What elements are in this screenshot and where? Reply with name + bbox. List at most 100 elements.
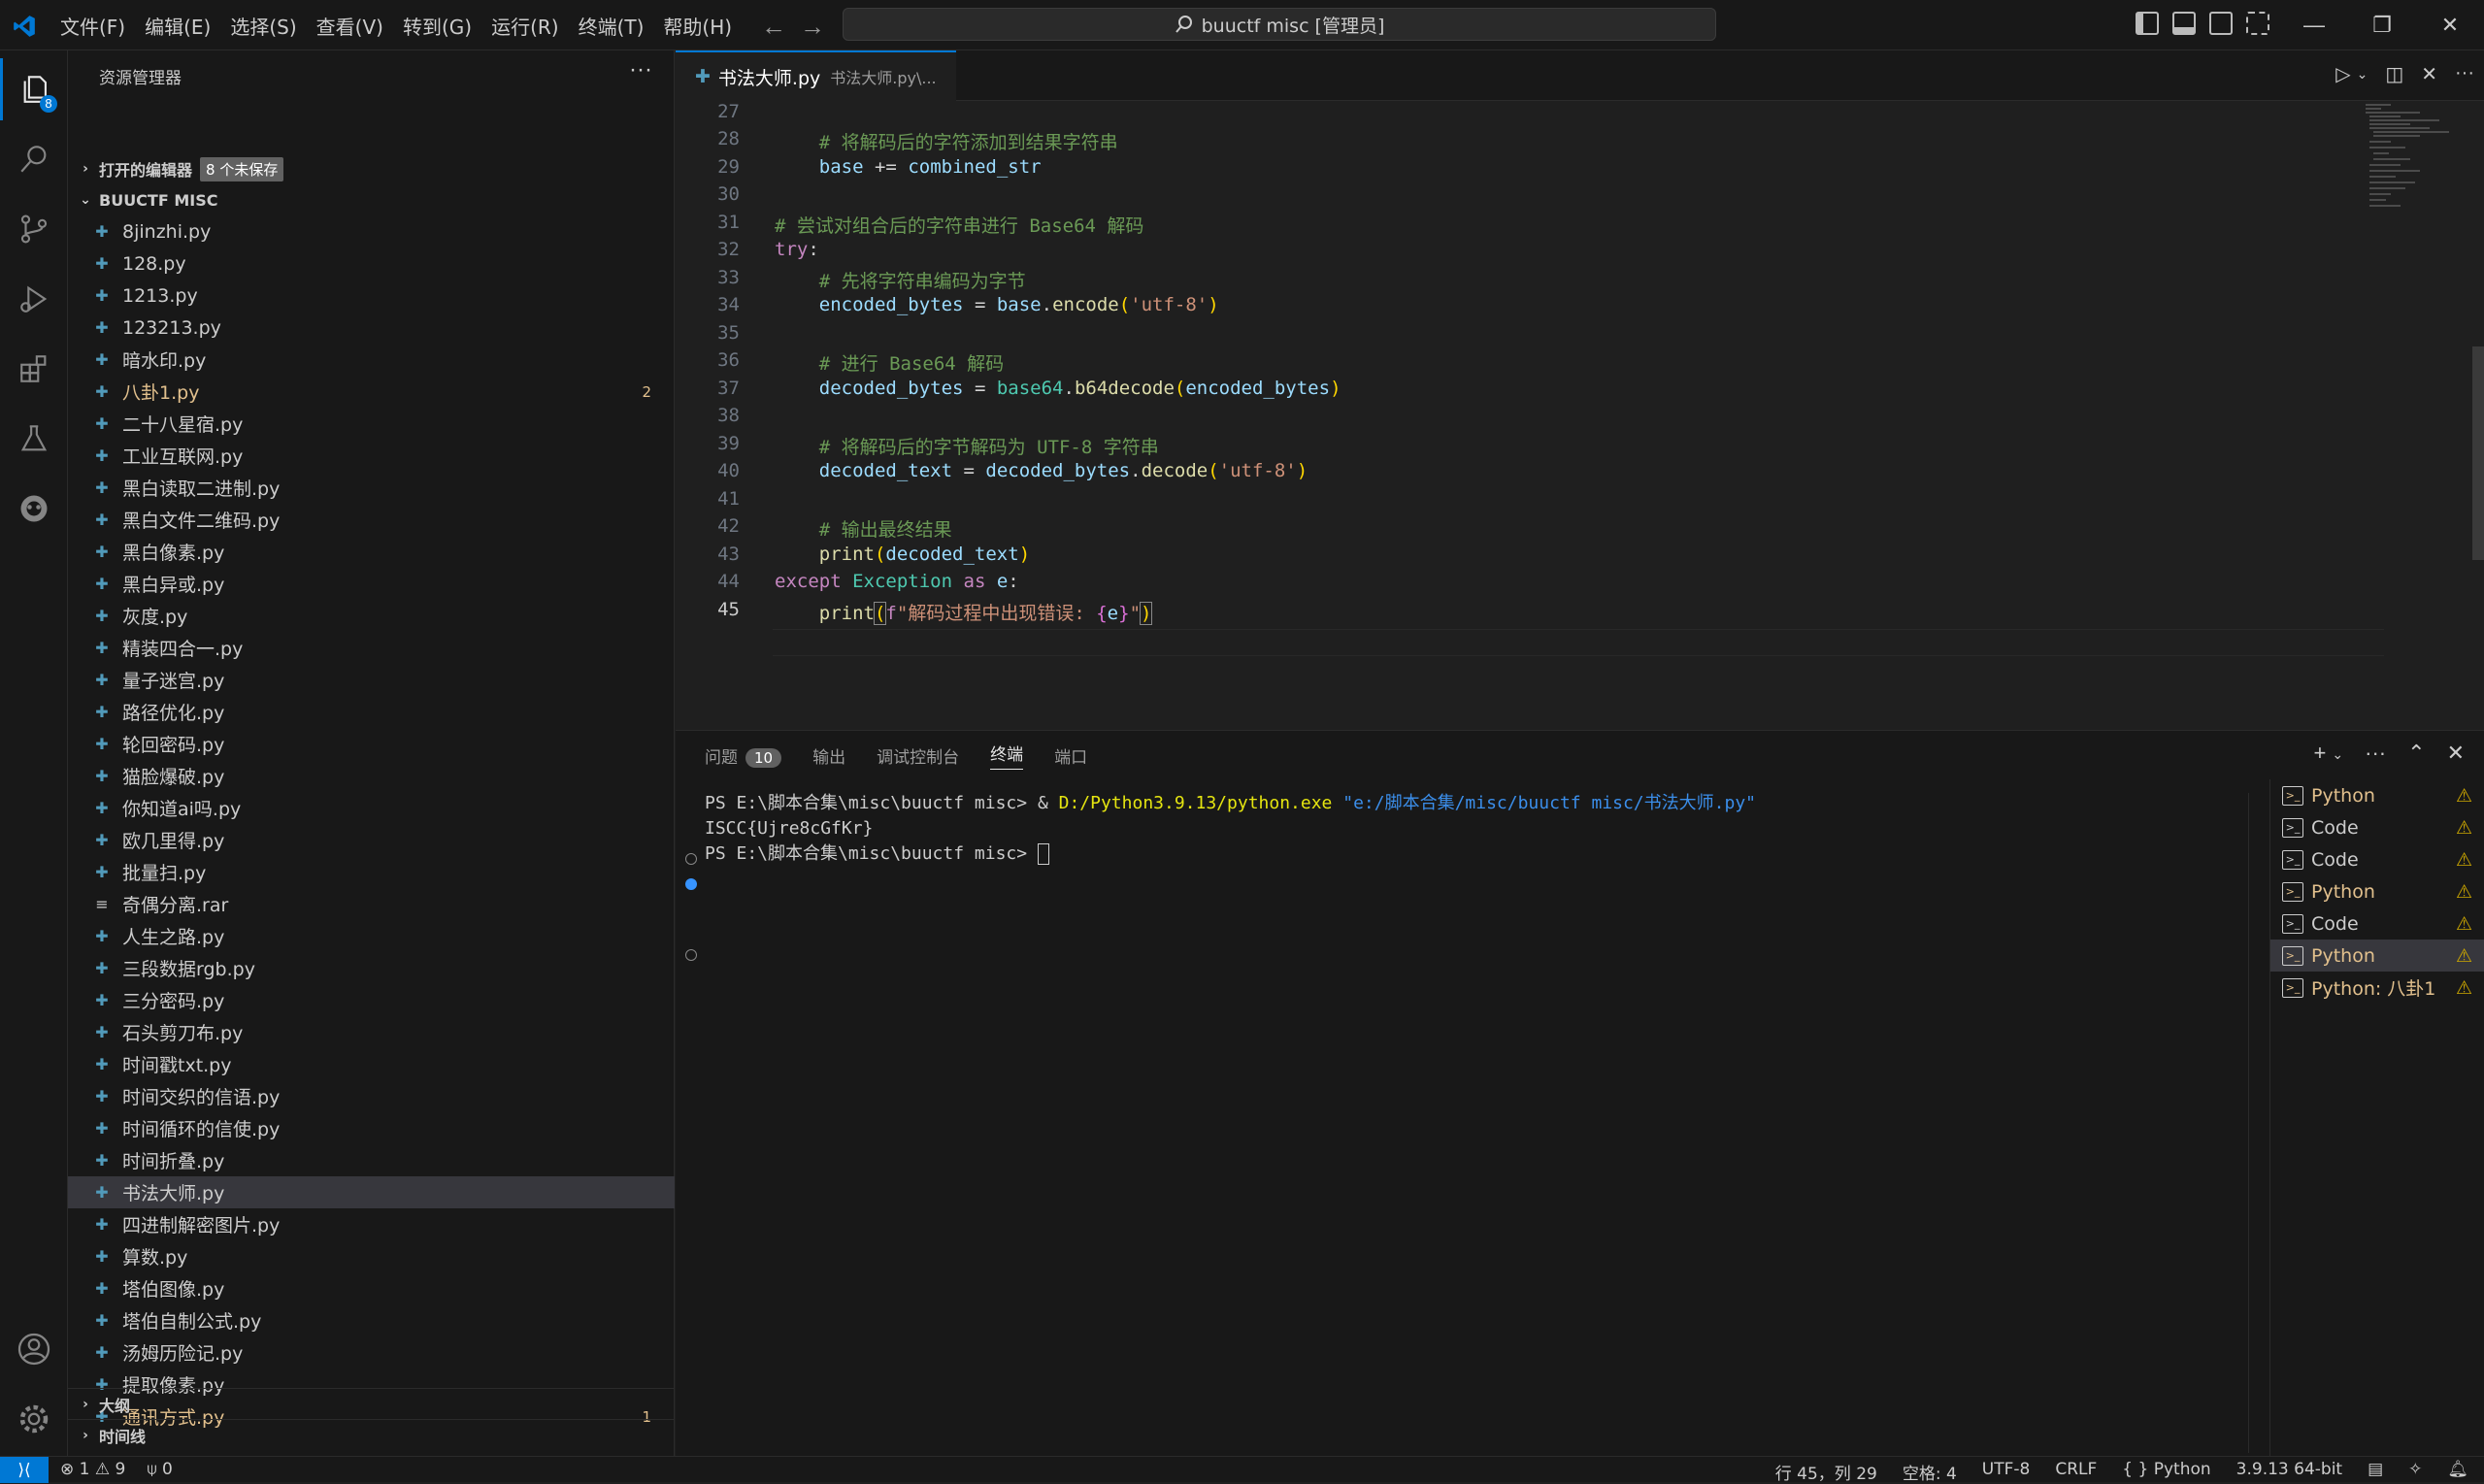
forward-arrow-icon[interactable]: → xyxy=(800,12,825,42)
command-decoration-icon[interactable] xyxy=(685,949,697,961)
remote-explorer-icon[interactable] xyxy=(0,478,68,540)
file-item[interactable]: ✚ 三分密码.py xyxy=(68,984,675,1016)
file-item[interactable]: ✚ 塔伯图像.py xyxy=(68,1272,675,1304)
run-python-icon[interactable]: ▷ xyxy=(2335,62,2350,86)
terminal-output[interactable]: PS E:\脚本合集\misc\buuctf misc> & D:/Python… xyxy=(705,791,1756,867)
terminal-instance[interactable]: >_ Code ⚠ xyxy=(2270,843,2484,875)
language-mode[interactable]: { } Python xyxy=(2122,1460,2210,1484)
close-panel-icon[interactable]: ✕ xyxy=(2447,741,2465,766)
search-view-icon[interactable] xyxy=(0,128,68,190)
file-item[interactable]: ✚ 量子迷宫.py xyxy=(68,664,675,696)
run-debug-icon[interactable] xyxy=(0,268,68,330)
minimap[interactable] xyxy=(2362,101,2468,247)
menu-edit[interactable]: 编辑(E) xyxy=(135,12,220,40)
terminal-instance[interactable]: >_ Code ⚠ xyxy=(2270,811,2484,843)
terminal-scrollbar[interactable] xyxy=(2248,793,2254,1453)
problems-status[interactable]: ⊗ 1 ⚠ 9 xyxy=(60,1460,125,1479)
menu-view[interactable]: 查看(V) xyxy=(307,12,393,40)
open-editors-section[interactable]: › 打开的编辑器 8 个未保存 xyxy=(68,153,675,184)
menu-help[interactable]: 帮助(H) xyxy=(653,12,742,40)
explorer-icon[interactable]: 8 xyxy=(0,58,68,120)
toggle-secondary-sidebar-icon[interactable] xyxy=(2209,12,2233,35)
file-item[interactable]: ✚ 欧几里得.py xyxy=(68,824,675,856)
terminal-instance[interactable]: >_ Code ⚠ xyxy=(2270,907,2484,940)
close-tab-icon[interactable]: ✕ xyxy=(2421,62,2437,86)
terminal-instance[interactable]: >_ Python ⚠ xyxy=(2270,875,2484,907)
file-item[interactable]: ✚ 时间交织的信语.py xyxy=(68,1080,675,1112)
menu-terminal[interactable]: 终端(T) xyxy=(569,12,654,40)
terminal-instance[interactable]: >_ Python ⚠ xyxy=(2270,940,2484,972)
layout-icon[interactable]: ▤ xyxy=(2368,1460,2383,1484)
python-interpreter[interactable]: 3.9.13 64-bit xyxy=(2236,1460,2342,1484)
file-item[interactable]: ✚ 黑白异或.py xyxy=(68,568,675,600)
command-decoration-icon[interactable] xyxy=(685,853,697,865)
minimize-icon[interactable]: — xyxy=(2280,0,2348,50)
more-actions-icon[interactable]: ··· xyxy=(2455,62,2474,86)
maximize-panel-icon[interactable]: ⌃ xyxy=(2407,741,2425,766)
source-control-icon[interactable] xyxy=(0,198,68,260)
tab-problems[interactable]: 问题 10 xyxy=(705,743,782,768)
more-actions-icon[interactable]: ··· xyxy=(629,56,652,83)
chevron-down-icon[interactable]: ⌄ xyxy=(2332,741,2343,766)
file-item[interactable]: ✚ 时间折叠.py xyxy=(68,1144,675,1176)
command-center[interactable]: buuctf misc [管理员] xyxy=(843,8,1716,41)
file-item[interactable]: ✚ 路径优化.py xyxy=(68,696,675,728)
line-ending[interactable]: CRLF xyxy=(2055,1460,2097,1484)
file-item[interactable]: ✚ 精装四合一.py xyxy=(68,632,675,664)
file-item[interactable]: ✚ 塔伯自制公式.py xyxy=(68,1304,675,1336)
split-editor-icon[interactable]: ◫ xyxy=(2385,62,2403,86)
cursor-position[interactable]: 行 45，列 29 xyxy=(1775,1460,1877,1484)
encoding[interactable]: UTF-8 xyxy=(1982,1460,2031,1484)
file-item[interactable]: ✚ 八卦1.py 2 xyxy=(68,376,675,408)
tab-terminal[interactable]: 终端 xyxy=(990,741,1024,770)
file-item[interactable]: ✚ 算数.py xyxy=(68,1240,675,1272)
ports-status[interactable]: ⍦ 0 xyxy=(147,1460,172,1479)
menu-run[interactable]: 运行(R) xyxy=(481,12,569,40)
menu-file[interactable]: 文件(F) xyxy=(50,12,135,40)
new-terminal-icon[interactable]: + xyxy=(2314,741,2327,766)
restore-icon[interactable]: ❐ xyxy=(2348,0,2416,50)
file-item[interactable]: ✚ 四进制解密图片.py xyxy=(68,1208,675,1240)
customize-layout-icon[interactable] xyxy=(2246,12,2269,35)
file-item[interactable]: ✚ 猫脸爆破.py xyxy=(68,760,675,792)
file-item[interactable]: ✚ 书法大师.py xyxy=(68,1176,675,1208)
outline-section[interactable]: › 大纲 xyxy=(68,1388,675,1419)
back-arrow-icon[interactable]: ← xyxy=(761,12,786,42)
chevron-down-icon[interactable]: ⌄ xyxy=(2357,62,2368,86)
file-item[interactable]: ✚ 二十八星宿.py xyxy=(68,408,675,440)
file-item[interactable]: ✚ 灰度.py xyxy=(68,600,675,632)
tab-shufa-dashi[interactable]: ✚ 书法大师.py 书法大师.py\... xyxy=(676,50,956,101)
toggle-primary-sidebar-icon[interactable] xyxy=(2136,12,2159,35)
extensions-icon[interactable] xyxy=(0,338,68,400)
file-item[interactable]: ✚ 123213.py xyxy=(68,312,675,344)
file-item[interactable]: ✚ 人生之路.py xyxy=(68,920,675,952)
more-actions-icon[interactable]: ··· xyxy=(2365,741,2386,766)
file-item[interactable]: ✚ 轮回密码.py xyxy=(68,728,675,760)
editor-scrollbar[interactable] xyxy=(2472,346,2484,560)
close-window-icon[interactable]: ✕ xyxy=(2416,0,2484,50)
tab-debug-console[interactable]: 调试控制台 xyxy=(877,743,959,768)
file-item[interactable]: ✚ 批量扫.py xyxy=(68,856,675,888)
file-item[interactable]: ✚ 黑白文件二维码.py xyxy=(68,504,675,536)
timeline-section[interactable]: › 时间线 xyxy=(68,1419,675,1450)
accounts-icon[interactable] xyxy=(0,1318,68,1380)
file-item[interactable]: ✚ 8jinzhi.py xyxy=(68,215,675,247)
file-item[interactable]: ✚ 暗水印.py xyxy=(68,344,675,376)
menu-go[interactable]: 转到(G) xyxy=(393,12,481,40)
file-item[interactable]: ✚ 三段数据rgb.py xyxy=(68,952,675,984)
terminal-instance[interactable]: >_ Python: 八卦1 ⚠ xyxy=(2270,972,2484,1004)
file-item[interactable]: ✚ 石头剪刀布.py xyxy=(68,1016,675,1048)
file-item[interactable]: ✚ 时间戳txt.py xyxy=(68,1048,675,1080)
notifications-bell-icon[interactable]: 🔔︎ xyxy=(2447,1460,2468,1484)
command-decoration-icon[interactable] xyxy=(685,878,697,890)
file-item[interactable]: ✚ 时间循环的信使.py xyxy=(68,1112,675,1144)
menu-selection[interactable]: 选择(S) xyxy=(220,12,306,40)
indentation[interactable]: 空格: 4 xyxy=(1903,1460,1957,1484)
file-item[interactable]: ✚ 你知道ai吗.py xyxy=(68,792,675,824)
toggle-panel-icon[interactable] xyxy=(2172,12,2196,35)
file-item[interactable]: ✚ 128.py xyxy=(68,247,675,280)
tab-ports[interactable]: 端口 xyxy=(1054,743,1087,768)
settings-gear-icon[interactable] xyxy=(0,1388,68,1450)
copilot-icon[interactable]: ✧ xyxy=(2408,1460,2422,1484)
remote-indicator-icon[interactable]: ⟩⟨ xyxy=(0,1457,49,1483)
